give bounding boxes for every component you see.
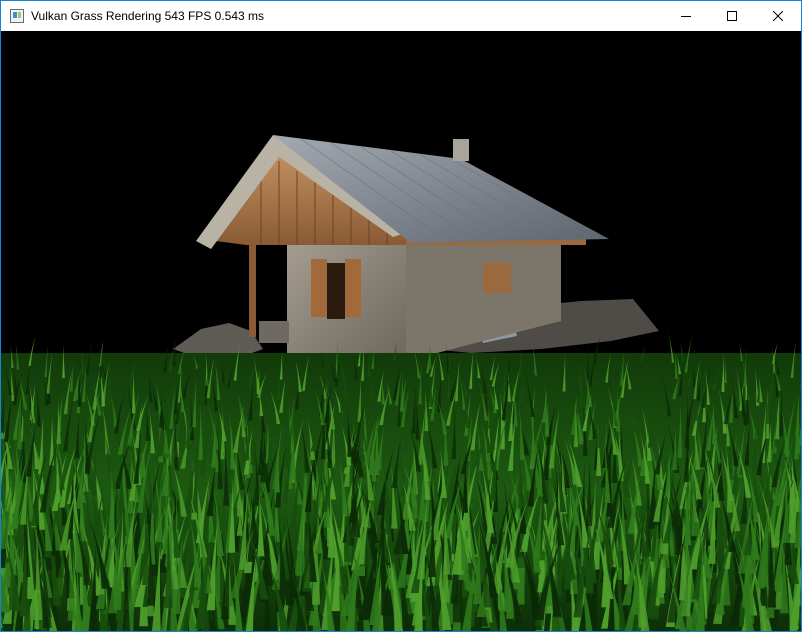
title-bar[interactable]: Vulkan Grass Rendering 543 FPS 0.543 ms [1,1,801,31]
minimize-icon [681,16,691,17]
window-opening [327,263,345,319]
shutter-right [345,259,361,317]
maximize-button[interactable] [709,1,755,31]
chimney [453,139,469,161]
window-title: Vulkan Grass Rendering 543 FPS 0.543 ms [31,9,265,23]
side-window [483,263,511,293]
rendered-scene [1,31,801,631]
shutter-left [311,259,327,317]
render-viewport[interactable] [1,31,801,631]
maximize-icon [727,11,737,21]
minimize-button[interactable] [663,1,709,31]
application-icon[interactable] [10,9,24,23]
close-icon [773,11,783,21]
app-window: Vulkan Grass Rendering 543 FPS 0.543 ms [0,0,802,632]
porch-post [249,245,256,337]
foundation-block [259,321,289,343]
grass-field [1,330,801,631]
close-button[interactable] [755,1,801,31]
